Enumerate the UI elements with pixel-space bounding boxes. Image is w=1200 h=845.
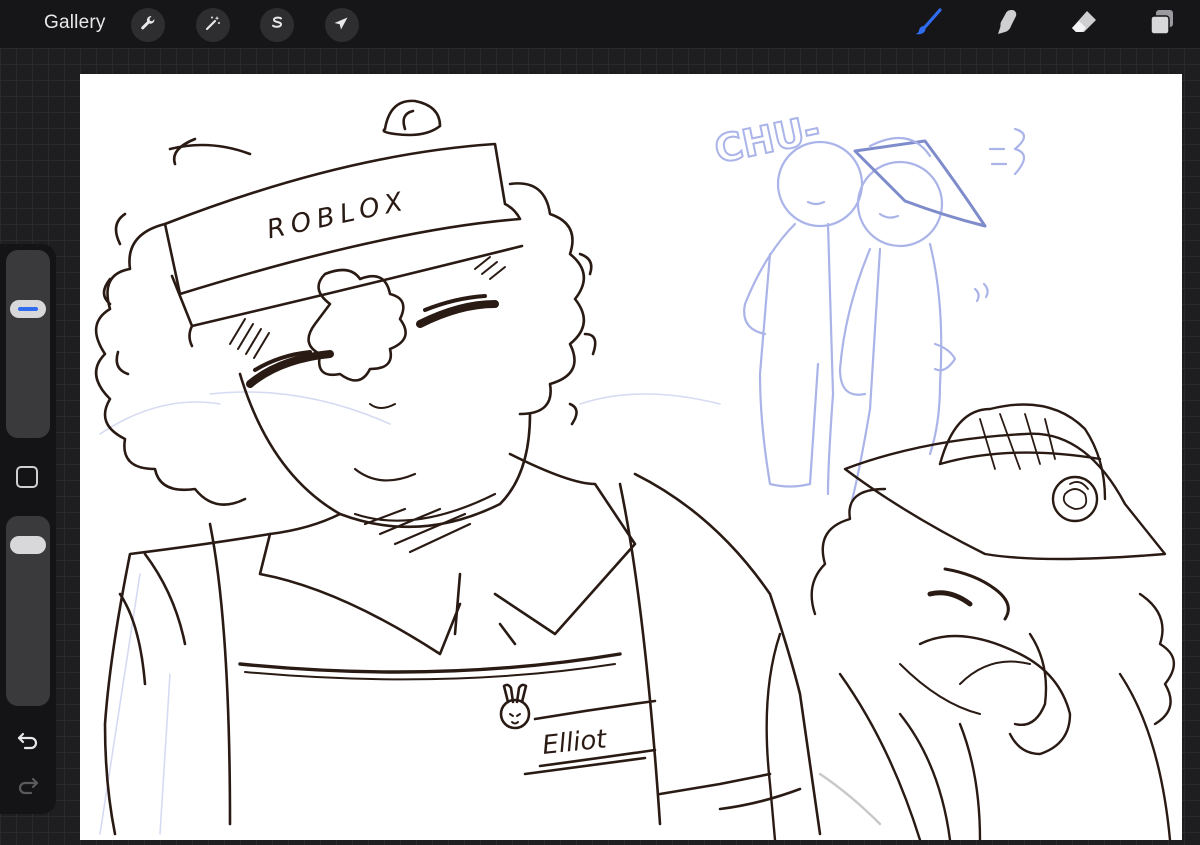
brush-size-slider[interactable] bbox=[6, 250, 50, 438]
active-indicator bbox=[18, 306, 38, 311]
opacity-handle[interactable] bbox=[10, 536, 46, 555]
brush-icon bbox=[913, 7, 943, 42]
undo-icon bbox=[16, 728, 40, 757]
magic-wand-icon bbox=[204, 14, 222, 37]
brush-size-handle[interactable] bbox=[10, 299, 46, 318]
redo-button[interactable] bbox=[12, 771, 44, 803]
sketch-text-chu: CHU- bbox=[711, 107, 824, 172]
artwork-drawing: CHU- ROBLOX Elliot bbox=[94, 99, 1175, 840]
top-toolbar: Gallery bbox=[0, 0, 1200, 48]
arrow-cursor-icon bbox=[333, 14, 351, 37]
selection-button[interactable] bbox=[260, 8, 294, 42]
wrench-icon bbox=[139, 14, 157, 37]
drawing-canvas[interactable]: CHU- ROBLOX Elliot bbox=[80, 74, 1182, 840]
gallery-button[interactable]: Gallery bbox=[44, 12, 106, 34]
redo-icon bbox=[16, 773, 40, 802]
left-sidebar bbox=[0, 244, 56, 814]
eraser-tool-button[interactable] bbox=[1066, 6, 1102, 42]
opacity-slider[interactable] bbox=[6, 516, 50, 706]
adjustments-button[interactable] bbox=[196, 8, 230, 42]
smudge-finger-icon bbox=[991, 7, 1021, 42]
cap-text-roblox: ROBLOX bbox=[264, 186, 411, 245]
eraser-icon bbox=[1069, 7, 1099, 42]
transform-button[interactable] bbox=[325, 8, 359, 42]
modify-button[interactable] bbox=[16, 466, 38, 488]
name-tag-elliot: Elliot bbox=[541, 724, 609, 761]
smudge-tool-button[interactable] bbox=[988, 6, 1024, 42]
ink-layer bbox=[94, 99, 822, 836]
layers-icon bbox=[1147, 7, 1177, 42]
layers-button[interactable] bbox=[1144, 6, 1180, 42]
undo-button[interactable] bbox=[12, 726, 44, 758]
brush-tool-button[interactable] bbox=[910, 6, 946, 42]
actions-button[interactable] bbox=[131, 8, 165, 42]
selection-s-icon bbox=[268, 14, 286, 37]
